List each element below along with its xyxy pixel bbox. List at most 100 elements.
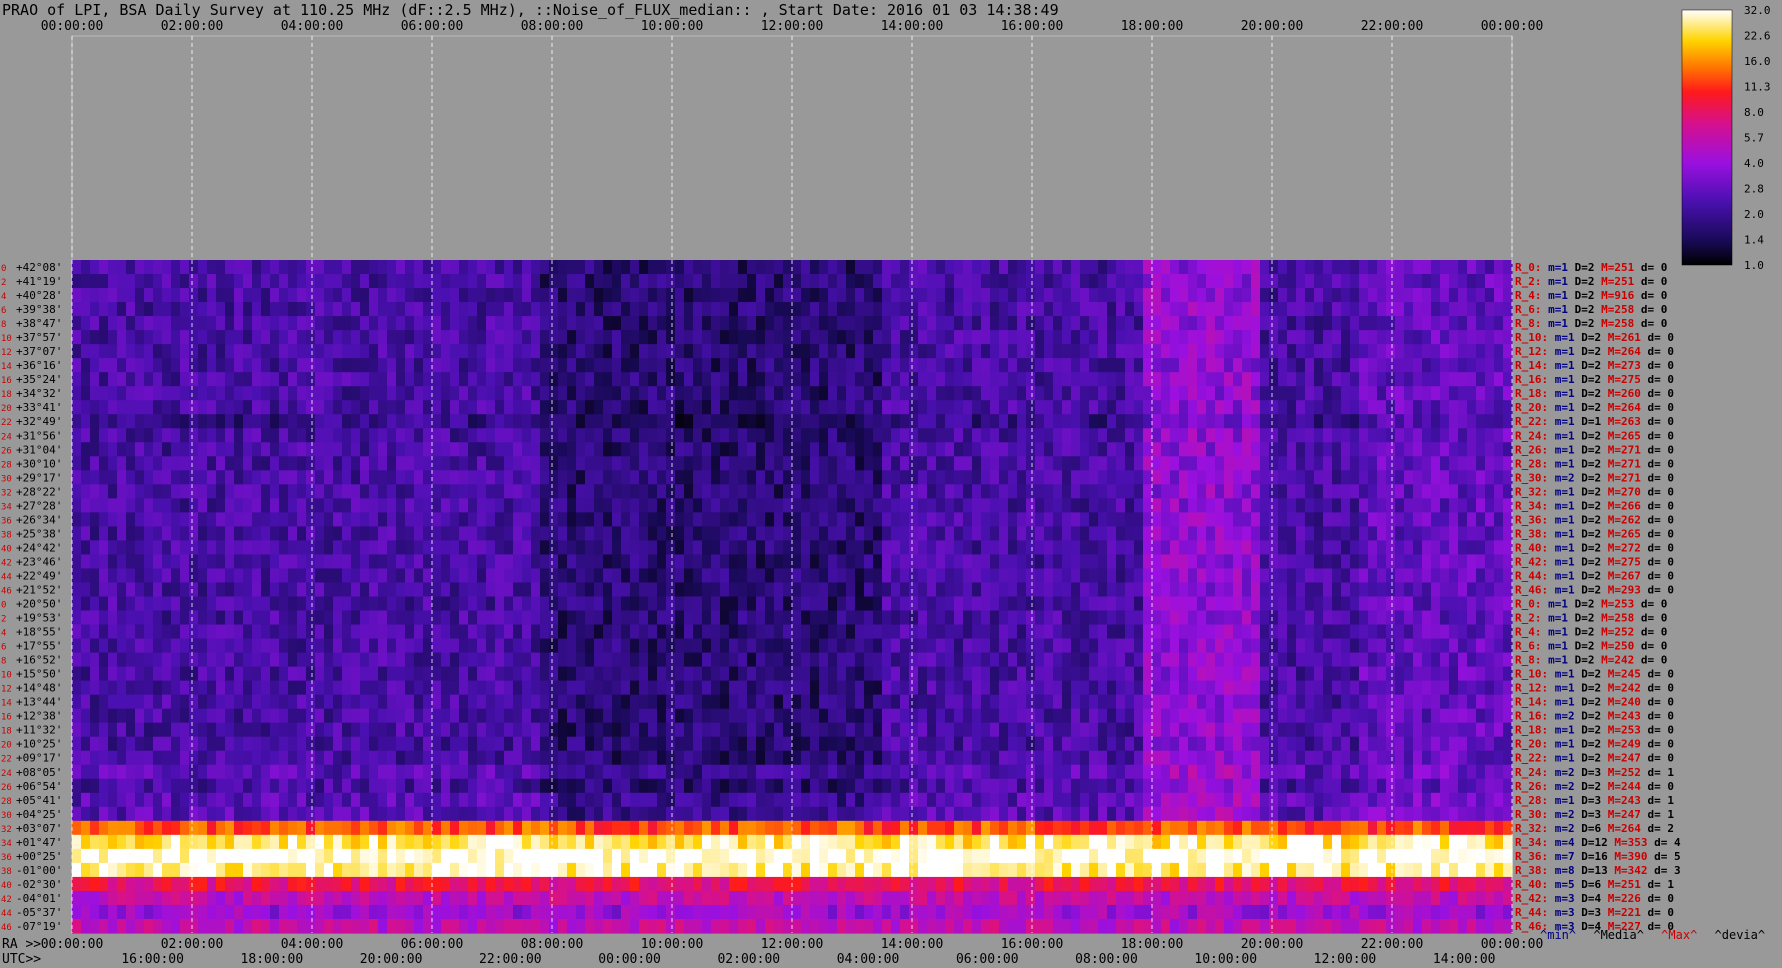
- heat-cell: [135, 428, 145, 443]
- heat-cell: [873, 428, 883, 443]
- heat-cell: [540, 330, 550, 345]
- heat-cell: [846, 414, 856, 429]
- heat-cell: [144, 526, 154, 542]
- heat-cell: [747, 512, 757, 527]
- heat-cell: [108, 484, 118, 499]
- heat-cell: [405, 260, 415, 275]
- heat-cell: [1440, 386, 1450, 401]
- heat-cell: [846, 428, 856, 443]
- heat-cell: [819, 498, 829, 513]
- heat-cell: [1134, 372, 1144, 387]
- heat-cell: [279, 526, 289, 542]
- heat-cell: [909, 316, 919, 331]
- heat-cell: [1080, 260, 1090, 275]
- heat-cell: [414, 302, 424, 317]
- heat-cell: [657, 568, 667, 584]
- heat-cell: [198, 358, 208, 373]
- heat-cell: [684, 442, 694, 457]
- heat-cell: [198, 470, 208, 485]
- heat-cell: [450, 288, 460, 303]
- heat-cell: [450, 680, 460, 696]
- heat-cell: [666, 274, 676, 289]
- heat-cell: [1449, 260, 1459, 275]
- heat-cell: [1368, 316, 1378, 331]
- heat-cell: [1314, 568, 1324, 584]
- heat-cell: [1332, 666, 1342, 682]
- heat-cell: [576, 680, 586, 696]
- heat-cell: [801, 540, 811, 556]
- heat-cell: [1206, 456, 1216, 471]
- heat-cell: [360, 344, 370, 359]
- heat-cell: [261, 666, 271, 682]
- heat-cell: [1233, 484, 1243, 499]
- heat-cell: [90, 428, 100, 443]
- heat-cell: [162, 428, 172, 443]
- heat-cell: [774, 666, 784, 682]
- heat-cell: [252, 540, 262, 556]
- heat-cell: [1188, 624, 1198, 640]
- heat-cell: [1062, 344, 1072, 359]
- heat-cell: [423, 470, 433, 485]
- heat-cell: [954, 540, 964, 556]
- heat-cell: [423, 344, 433, 359]
- heat-cell: [288, 442, 298, 457]
- heat-cell: [549, 498, 559, 513]
- heat-cell: [1503, 330, 1513, 345]
- heat-cell: [738, 680, 748, 696]
- heat-cell: [189, 330, 199, 345]
- heat-cell: [837, 512, 847, 527]
- heat-cell: [828, 470, 838, 485]
- heat-cell: [306, 330, 316, 345]
- heat-cell: [1413, 400, 1423, 415]
- heat-cell: [153, 484, 163, 499]
- heat-cell: [747, 386, 757, 401]
- heat-cell: [1251, 526, 1261, 542]
- heat-cell: [1458, 260, 1468, 275]
- heat-cell: [1179, 470, 1189, 485]
- heat-cell: [1287, 512, 1297, 527]
- heat-cell: [315, 526, 325, 542]
- heat-cell: [1044, 316, 1054, 331]
- heat-cell: [369, 624, 379, 640]
- heat-cell: [1080, 568, 1090, 584]
- heat-cell: [1089, 260, 1099, 275]
- heat-cell: [675, 274, 685, 289]
- heat-cell: [522, 470, 532, 485]
- heat-cell: [1395, 428, 1405, 443]
- heat-cell: [1485, 358, 1495, 373]
- heat-cell: [774, 400, 784, 415]
- heat-cell: [1017, 666, 1027, 682]
- heat-cell: [135, 456, 145, 471]
- heat-cell: [477, 498, 487, 513]
- heat-cell: [1449, 288, 1459, 303]
- heat-cell: [495, 386, 505, 401]
- heat-cell: [729, 554, 739, 570]
- heat-cell: [1107, 498, 1117, 513]
- heat-cell: [756, 526, 766, 542]
- heat-cell: [846, 316, 856, 331]
- heat-cell: [693, 624, 703, 640]
- heat-cell: [72, 512, 82, 527]
- heat-cell: [441, 680, 451, 696]
- heat-cell: [1314, 428, 1324, 443]
- heat-cell: [819, 666, 829, 682]
- heat-cell: [108, 456, 118, 471]
- heat-cell: [99, 330, 109, 345]
- heat-cell: [720, 428, 730, 443]
- heat-cell: [1287, 274, 1297, 289]
- heat-cell: [801, 456, 811, 471]
- heat-cell: [351, 666, 361, 682]
- heat-cell: [117, 652, 127, 668]
- heat-cell: [1116, 428, 1126, 443]
- heat-cell: [576, 302, 586, 317]
- heat-cell: [1350, 400, 1360, 415]
- heat-cell: [1314, 358, 1324, 373]
- heat-cell: [1107, 442, 1117, 457]
- heat-cell: [1332, 456, 1342, 471]
- heat-cell: [1116, 596, 1126, 612]
- heat-cell: [945, 344, 955, 359]
- heat-cell: [891, 274, 901, 289]
- heat-cell: [225, 456, 235, 471]
- heat-cell: [1089, 386, 1099, 401]
- heat-cell: [711, 680, 721, 696]
